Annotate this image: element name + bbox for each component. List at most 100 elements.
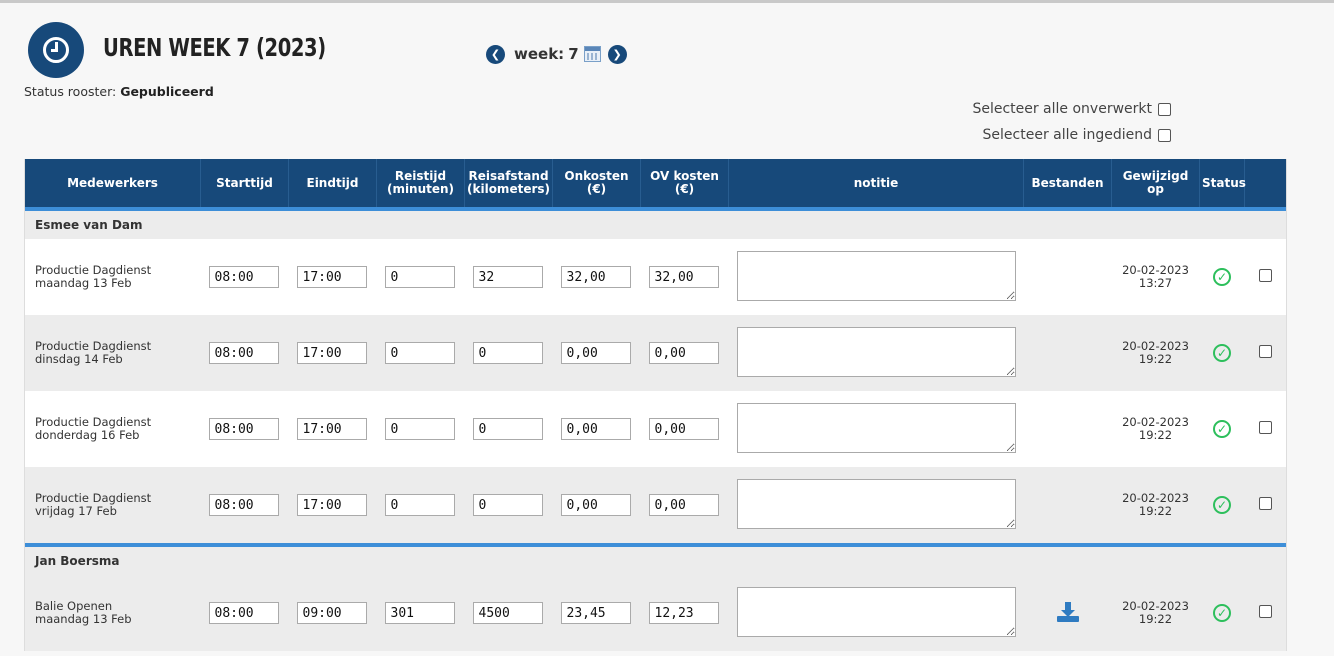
travel-distance-input[interactable] — [472, 602, 543, 624]
shift-name: Productie Dagdienst — [35, 491, 152, 505]
modified-date: 20-02-2023 19:22 — [1111, 391, 1200, 467]
week-navigation: ❮ week: 7 ❯ — [486, 44, 627, 64]
shift-name: Productie Dagdienst — [35, 415, 152, 429]
expenses-input[interactable] — [560, 342, 631, 364]
note-textarea[interactable] — [736, 326, 1016, 377]
row-select-checkbox[interactable] — [1258, 497, 1272, 510]
end-time-input[interactable] — [296, 602, 367, 624]
modified-date: 20-02-2023 13:27 — [1111, 239, 1200, 315]
col-eindtijd: Eindtijd — [288, 159, 377, 207]
end-time-input[interactable] — [296, 494, 367, 516]
check-circle-icon: ✓ — [1213, 604, 1231, 622]
travel-time-input[interactable] — [384, 602, 455, 624]
calendar-icon[interactable] — [583, 46, 601, 62]
travel-time-input[interactable] — [384, 494, 455, 516]
table-row: Productie Dagdienstmaandag 13 Feb 20-02-2… — [24, 239, 1287, 315]
table-row: Productie Dagdienstdonderdag 16 Feb 20-02… — [24, 391, 1287, 467]
status-label: Status rooster: — [24, 84, 117, 99]
start-time-input[interactable] — [208, 266, 279, 288]
table-row: Balie Openenmaandag 13 Feb 20-02-202319:2… — [24, 575, 1287, 651]
ov-costs-input[interactable] — [648, 266, 719, 288]
expenses-input[interactable] — [560, 602, 631, 624]
status-value: Gepubliceerd — [120, 84, 214, 99]
hours-table: Medewerkers Starttijd Eindtijd Reistijd(… — [24, 159, 1287, 651]
week-value: 7 — [568, 45, 579, 63]
check-circle-icon: ✓ — [1213, 344, 1231, 362]
select-all-submitted: Selecteer alle ingediend — [983, 127, 1171, 143]
shift-description: Productie Dagdienst vrijdag 17 Feb — [24, 467, 201, 543]
modified-day: 20-02-2023 — [1122, 339, 1189, 353]
select-unworked-label: Selecteer alle onverwerkt — [972, 101, 1152, 117]
row-select-checkbox[interactable] — [1258, 345, 1272, 358]
col-ov-kosten: OV kosten (€) — [640, 159, 729, 207]
row-select-checkbox[interactable] — [1258, 605, 1272, 618]
shift-day: maandag 13 Feb — [35, 612, 132, 626]
modified-day: 20-02-2023 — [1122, 415, 1189, 429]
ov-costs-input[interactable] — [648, 602, 719, 624]
employee-row: Esmee van Dam — [24, 211, 1287, 239]
travel-time-input[interactable] — [384, 418, 455, 440]
shift-description: Productie Dagdienst maandag 13 Feb — [24, 239, 201, 315]
modified-time: 19:22 — [1138, 428, 1173, 442]
top-border — [0, 0, 1334, 3]
expenses-input[interactable] — [560, 494, 631, 516]
row-select-checkbox[interactable] — [1258, 269, 1272, 282]
start-time-input[interactable] — [208, 418, 279, 440]
page-title: UREN WEEK 7 (2023) — [103, 33, 326, 62]
chevron-left-icon[interactable]: ❮ — [486, 44, 505, 64]
shift-day: maandag 13 Feb — [35, 276, 132, 290]
employee-row: Jan Boersma — [24, 547, 1287, 575]
ov-costs-input[interactable] — [648, 418, 719, 440]
end-time-input[interactable] — [296, 266, 367, 288]
shift-description: Productie Dagdienst dinsdag 14 Feb — [24, 315, 201, 391]
col-status: Status — [1199, 159, 1246, 207]
modified-date: 20-02-2023 19:22 — [1111, 575, 1200, 651]
start-time-input[interactable] — [208, 342, 279, 364]
week-label: week: — [514, 45, 565, 63]
travel-distance-input[interactable] — [472, 342, 543, 364]
select-unworked-checkbox[interactable] — [1158, 102, 1171, 116]
col-starttijd: Starttijd — [200, 159, 289, 207]
end-time-input[interactable] — [296, 418, 367, 440]
table-row: Productie Dagdienstdinsdag 14 Feb 20-02-2… — [24, 315, 1287, 391]
col-onkosten: Onkosten (€) — [552, 159, 641, 207]
check-circle-icon: ✓ — [1213, 496, 1231, 514]
select-submitted-checkbox[interactable] — [1158, 128, 1171, 142]
ov-costs-input[interactable] — [648, 342, 719, 364]
modified-day: 20-02-2023 — [1122, 599, 1189, 613]
expenses-input[interactable] — [560, 418, 631, 440]
travel-time-input[interactable] — [384, 266, 455, 288]
modified-time: 13:27 — [1138, 276, 1173, 290]
employee-name: Jan Boersma — [24, 547, 1287, 575]
col-gewijzigd: Gewijzigd op — [1111, 159, 1200, 207]
ov-costs-input[interactable] — [648, 494, 719, 516]
select-all-unworked: Selecteer alle onverwerkt — [972, 101, 1171, 117]
shift-day: dinsdag 14 Feb — [35, 352, 123, 366]
travel-distance-input[interactable] — [472, 418, 543, 440]
travel-time-input[interactable] — [384, 342, 455, 364]
modified-day: 20-02-2023 — [1122, 263, 1189, 277]
end-time-input[interactable] — [296, 342, 367, 364]
col-reisafstand: Reisafstand (kilometers) — [464, 159, 553, 207]
start-time-input[interactable] — [208, 494, 279, 516]
note-textarea[interactable] — [736, 250, 1016, 301]
table-row: Productie Dagdienstvrijdag 17 Feb 20-02-2… — [24, 467, 1287, 543]
shift-description: Productie Dagdienst donderdag 16 Feb — [24, 391, 201, 467]
employee-name: Esmee van Dam — [24, 211, 1287, 239]
start-time-input[interactable] — [208, 602, 279, 624]
check-circle-icon: ✓ — [1213, 268, 1231, 286]
chevron-right-icon[interactable]: ❯ — [607, 44, 627, 64]
clock-icon — [28, 22, 84, 78]
travel-distance-input[interactable] — [472, 494, 543, 516]
note-textarea[interactable] — [736, 478, 1016, 529]
shift-description: Balie Openen maandag 13 Feb — [24, 575, 201, 651]
roster-status: Status rooster: Gepubliceerd — [24, 84, 214, 99]
download-icon[interactable] — [1056, 601, 1079, 622]
modified-date: 20-02-2023 19:22 — [1111, 315, 1200, 391]
note-textarea[interactable] — [736, 586, 1016, 637]
travel-distance-input[interactable] — [472, 266, 543, 288]
shift-name: Productie Dagdienst — [35, 263, 152, 277]
expenses-input[interactable] — [560, 266, 631, 288]
note-textarea[interactable] — [736, 402, 1016, 453]
row-select-checkbox[interactable] — [1258, 421, 1272, 434]
